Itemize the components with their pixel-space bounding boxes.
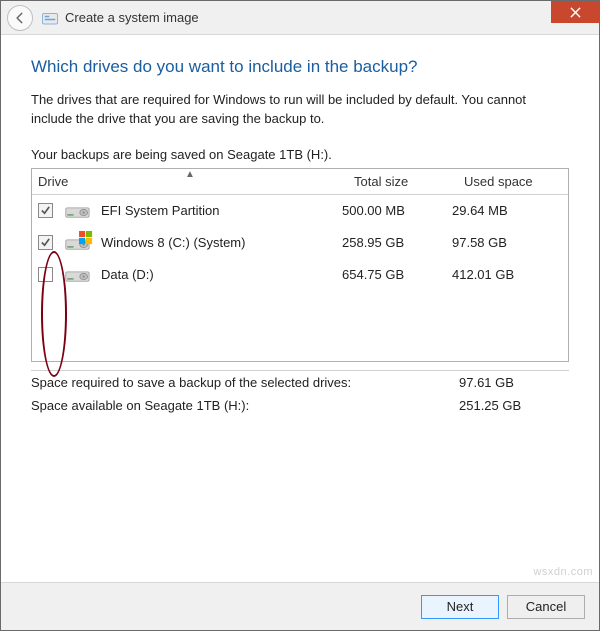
window-title: Create a system image	[65, 10, 199, 25]
list-filler	[32, 291, 568, 361]
wizard-window: Create a system image Which drives do yo…	[0, 0, 600, 631]
drive-used: 97.58 GB	[452, 235, 562, 250]
available-space-label: Space available on Seagate 1TB (H:):	[31, 398, 459, 413]
drive-total: 500.00 MB	[342, 203, 452, 218]
drive-checkbox[interactable]	[38, 267, 53, 282]
column-drive[interactable]: ▲ Drive	[32, 169, 348, 194]
summary: Space required to save a backup of the s…	[31, 370, 569, 417]
page-description: The drives that are required for Windows…	[31, 91, 569, 129]
footer: Next Cancel	[1, 582, 599, 630]
column-total-label[interactable]: Total size	[348, 169, 458, 194]
drive-list: ▲ Drive Total size Used space EFI System…	[31, 168, 569, 362]
drive-row[interactable]: Data (D:) 654.75 GB 412.01 GB	[32, 259, 568, 291]
close-button[interactable]	[551, 1, 599, 23]
drive-row[interactable]: Windows 8 (C:) (System) 258.95 GB 97.58 …	[32, 227, 568, 259]
cancel-button[interactable]: Cancel	[507, 595, 585, 619]
sort-indicator-icon: ▲	[185, 170, 195, 180]
page-heading: Which drives do you want to include in t…	[31, 57, 569, 77]
back-button[interactable]	[7, 5, 33, 31]
drive-name: Windows 8 (C:) (System)	[101, 235, 245, 250]
available-space-value: 251.25 GB	[459, 398, 569, 413]
drive-list-header[interactable]: ▲ Drive Total size Used space	[32, 169, 568, 195]
hard-drive-icon	[65, 201, 93, 221]
watermark: wsxdn.com	[533, 566, 593, 578]
next-button[interactable]: Next	[421, 595, 499, 619]
app-icon	[41, 9, 59, 27]
column-used-label[interactable]: Used space	[458, 169, 568, 194]
required-space-label: Space required to save a backup of the s…	[31, 375, 459, 390]
drive-total: 258.95 GB	[342, 235, 452, 250]
drive-total: 654.75 GB	[342, 267, 452, 282]
required-space-value: 97.61 GB	[459, 375, 569, 390]
drive-checkbox	[38, 203, 53, 218]
drive-used: 412.01 GB	[452, 267, 562, 282]
content-area: Which drives do you want to include in t…	[1, 35, 599, 475]
drive-checkbox	[38, 235, 53, 250]
hard-drive-icon	[65, 265, 93, 285]
drive-used: 29.64 MB	[452, 203, 562, 218]
drive-row[interactable]: EFI System Partition 500.00 MB 29.64 MB	[32, 195, 568, 227]
hard-drive-icon	[65, 233, 93, 253]
titlebar: Create a system image	[1, 1, 599, 35]
column-drive-label: Drive	[38, 174, 68, 189]
drive-name: EFI System Partition	[101, 203, 219, 218]
save-location-note: Your backups are being saved on Seagate …	[31, 147, 569, 162]
drive-name: Data (D:)	[101, 267, 154, 282]
